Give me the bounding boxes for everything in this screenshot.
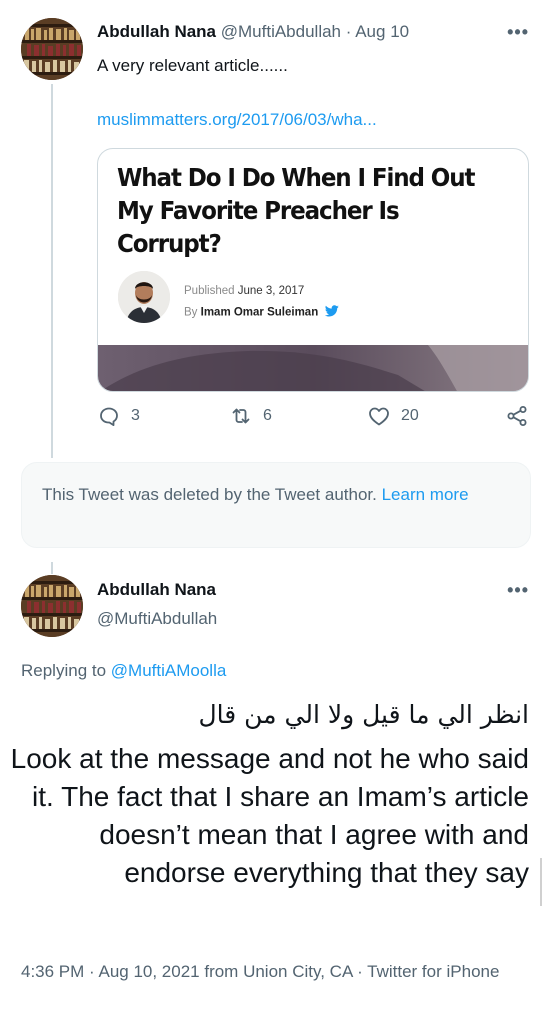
separator: · xyxy=(345,22,352,41)
tweet-metadata: 4:36 PM · Aug 10, 2021 from Union City, … xyxy=(21,962,500,981)
by-prefix: By xyxy=(184,306,198,319)
more-icon[interactable]: ••• xyxy=(507,22,529,43)
tweet-text: A very relevant article...... xyxy=(97,56,288,75)
thread-line xyxy=(51,562,53,574)
replying-prefix: Replying to xyxy=(21,661,107,680)
published-prefix: Published xyxy=(184,285,235,297)
deleted-tweet-notice: This Tweet was deleted by the Tweet auth… xyxy=(21,462,531,548)
deleted-notice-text: This Tweet was deleted by the Tweet auth… xyxy=(42,485,377,504)
replying-mention[interactable]: @MuftiAMoolla xyxy=(111,661,227,680)
share-button[interactable] xyxy=(505,404,529,428)
share-icon xyxy=(507,406,527,426)
tweet-date[interactable]: Aug 10 xyxy=(355,22,409,41)
handle[interactable]: @MuftiAbdullah xyxy=(221,22,341,41)
like-button[interactable]: 20 xyxy=(367,404,419,428)
card-image xyxy=(98,345,528,391)
tweet-header: Abdullah Nana @MuftiAbdullah · Aug 10 xyxy=(97,22,409,42)
avatar[interactable] xyxy=(21,575,83,637)
published-line: Published June 3, 2017 xyxy=(184,285,304,297)
card-title: What Do I Do When I Find Out My Favorite… xyxy=(117,163,475,258)
replying-to: Replying to @MuftiAMoolla xyxy=(21,661,226,681)
tweet-arabic-text: انظر الي ما قيل ولا الي من قال xyxy=(198,700,529,729)
learn-more-link[interactable]: Learn more xyxy=(382,485,469,504)
handle[interactable]: @MuftiAbdullah xyxy=(97,609,217,629)
reply-count: 3 xyxy=(131,407,140,424)
avatar[interactable] xyxy=(21,18,83,80)
link-card[interactable]: What Do I Do When I Find Out My Favorite… xyxy=(97,148,529,392)
reply-button[interactable]: 3 xyxy=(97,404,140,428)
retweet-icon xyxy=(232,408,250,424)
display-name[interactable]: Abdullah Nana xyxy=(97,580,216,600)
like-icon xyxy=(369,407,389,426)
display-name[interactable]: Abdullah Nana xyxy=(97,22,216,41)
thread-line xyxy=(51,84,53,458)
retweet-button[interactable]: 6 xyxy=(229,404,272,428)
published-date: June 3, 2017 xyxy=(237,285,305,297)
tweet-link[interactable]: muslimmatters.org/2017/06/03/wha... xyxy=(97,110,377,130)
scrollbar[interactable] xyxy=(540,858,542,906)
like-count: 20 xyxy=(401,407,419,424)
reply-icon xyxy=(100,407,118,426)
byline: By Imam Omar Suleiman xyxy=(184,305,340,320)
twitter-bird-icon xyxy=(325,305,340,320)
more-icon[interactable]: ••• xyxy=(507,580,529,601)
retweet-count: 6 xyxy=(263,407,272,424)
author-avatar xyxy=(118,271,170,323)
tweet-actions: 3 6 20 xyxy=(97,404,533,436)
tweet-text: Look at the message and not he who said … xyxy=(10,743,529,888)
author-name: Imam Omar Suleiman xyxy=(200,306,319,319)
